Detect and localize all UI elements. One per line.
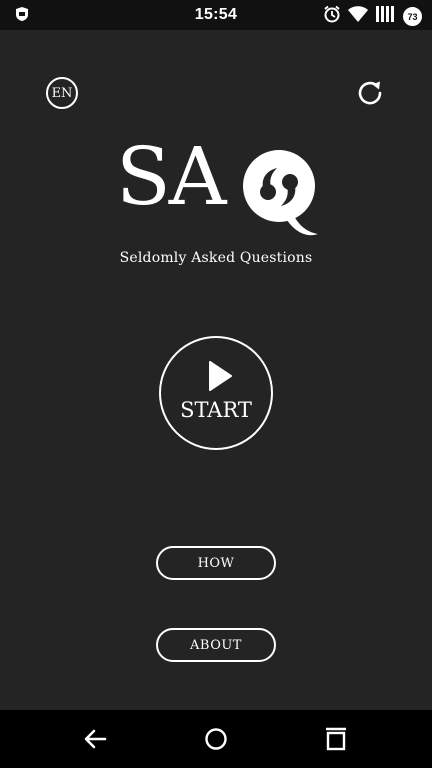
about-button[interactable]: ABOUT [156,628,276,662]
how-button[interactable]: HOW [156,546,276,580]
home-icon[interactable] [203,726,229,752]
back-icon[interactable] [83,726,109,752]
alarm-icon [323,5,341,28]
wifi-icon [347,5,369,28]
logo-quote-icon [243,150,318,236]
signal-icon [375,5,397,28]
app-logo: SA [116,130,318,236]
status-bar: 15:54 73 [0,0,432,30]
navigation-bar [0,710,432,768]
start-button[interactable]: START [159,336,273,450]
app-subtitle: Seldomly Asked Questions [119,250,313,266]
play-icon [209,361,232,391]
language-button[interactable]: EN [46,77,78,109]
refresh-icon[interactable] [354,77,386,109]
logo-text: SA [116,130,227,223]
recents-icon[interactable] [323,726,349,752]
battery-icon: 73 [403,7,422,26]
start-label: START [180,398,252,422]
